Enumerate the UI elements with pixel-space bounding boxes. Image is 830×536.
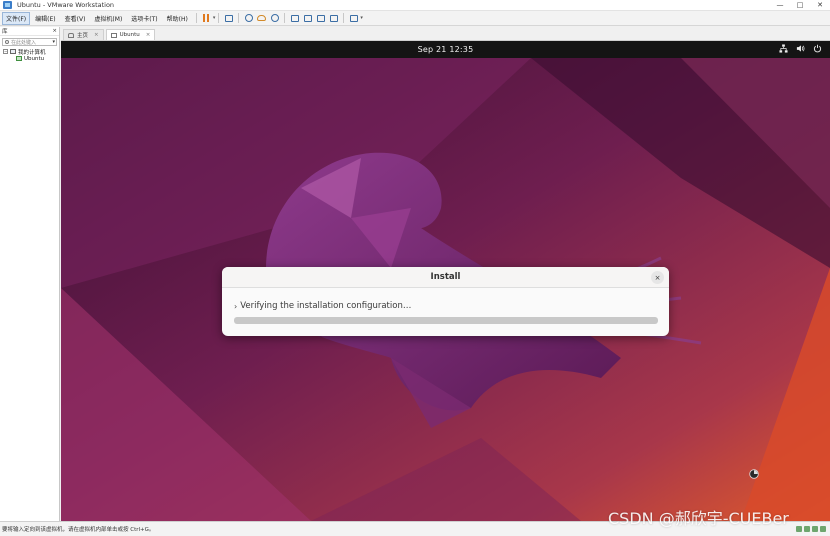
- install-dialog: Install × › Verifying the installation c…: [222, 267, 669, 336]
- computer-icon: [10, 49, 16, 54]
- network-adapter-icon[interactable]: [812, 526, 818, 532]
- library-header: 库 ×: [0, 27, 59, 36]
- tree-item-ubuntu[interactable]: Ubuntu: [0, 55, 59, 62]
- keyboard-icon: [224, 14, 233, 22]
- progress-fill: [234, 317, 658, 324]
- vm-running-icon: [16, 56, 22, 61]
- tab-bar: 主页 × Ubuntu ×: [61, 27, 830, 41]
- menu-view[interactable]: 查看(V): [61, 12, 90, 25]
- toolbar-separator: [238, 13, 240, 23]
- send-ctrl-alt-del-button[interactable]: [224, 13, 234, 23]
- snapshot-manager-icon: [270, 14, 279, 22]
- system-tray[interactable]: [779, 44, 822, 53]
- chevron-right-icon: ›: [234, 302, 238, 311]
- vm-console[interactable]: Sep 21 12:35 Install × › Verifying the i…: [61, 41, 830, 521]
- menu-edit[interactable]: 编辑(E): [31, 12, 59, 25]
- toolbar-separator: [195, 13, 197, 23]
- minimize-button[interactable]: —: [770, 0, 790, 11]
- window-titlebar: Ubuntu - VMware Workstation — □ ✕: [0, 0, 830, 11]
- search-dropdown-icon[interactable]: ▾: [52, 39, 55, 45]
- power-icon: [813, 44, 822, 53]
- dialog-close-button[interactable]: ×: [651, 271, 664, 284]
- library-title: 库: [2, 29, 8, 35]
- menu-tabs[interactable]: 选项卡(T): [127, 12, 161, 25]
- snapshot-manager-button[interactable]: [270, 13, 280, 23]
- usb-icon[interactable]: [820, 526, 826, 532]
- busy-cursor-icon: [749, 469, 759, 479]
- toolbar-separator: [284, 13, 286, 23]
- status-message: 要将输入定向到该虚拟机，请在虚拟机内部单击或按 Ctrl+G。: [2, 527, 155, 533]
- stretch-view-button[interactable]: [349, 13, 359, 23]
- tree-label-my-computer: 我的计算机: [18, 49, 46, 56]
- vmware-app-icon: [3, 1, 12, 9]
- library-view-icon: [290, 14, 299, 22]
- pause-icon: [202, 14, 210, 22]
- tab-home-close-icon[interactable]: ×: [94, 32, 99, 38]
- maximize-button[interactable]: □: [790, 0, 810, 11]
- device-status-icons[interactable]: [796, 526, 830, 532]
- show-library-button[interactable]: [290, 13, 300, 23]
- toolbar-separator: [218, 13, 220, 23]
- stretch-dropdown-icon[interactable]: ▾: [360, 15, 363, 21]
- library-panel: 库 × 在此处键入 ▾ − 我的计算机 Ubuntu: [0, 27, 60, 521]
- network-icon: [779, 44, 788, 53]
- full-screen-button[interactable]: [316, 13, 326, 23]
- ubuntu-top-bar: Sep 21 12:35: [61, 41, 830, 58]
- tab-ubuntu-close-icon[interactable]: ×: [146, 32, 151, 38]
- search-placeholder: 在此处键入: [11, 39, 37, 46]
- library-search-input[interactable]: 在此处键入 ▾: [2, 38, 57, 46]
- thumbnail-icon: [303, 14, 312, 22]
- tab-ubuntu-label: Ubuntu: [119, 32, 140, 38]
- toolbar-separator: [343, 13, 345, 23]
- volume-icon: [796, 45, 805, 52]
- tab-home-label: 主页: [77, 33, 89, 39]
- menu-toolbar: 文件(F) 编辑(E) 查看(V) 虚拟机(M) 选项卡(T) 帮助(H) ▾ …: [0, 11, 830, 26]
- search-icon: [5, 40, 9, 44]
- collapse-icon[interactable]: −: [3, 49, 8, 54]
- library-close-button[interactable]: ×: [52, 28, 57, 34]
- full-screen-icon: [316, 14, 325, 22]
- vm-tab-icon: [110, 32, 117, 38]
- pause-dropdown-icon[interactable]: ▾: [213, 15, 216, 21]
- tree-item-my-computer[interactable]: − 我的计算机: [0, 48, 59, 56]
- close-window-button[interactable]: ✕: [810, 0, 830, 11]
- home-icon: [68, 32, 74, 38]
- dialog-title: Install: [430, 272, 461, 282]
- csdn-watermark: CSDN @郝欣宇-CUEBer: [608, 509, 789, 528]
- pause-button[interactable]: [201, 13, 211, 23]
- revert-icon: [257, 15, 267, 21]
- unity-icon: [329, 14, 338, 22]
- menu-file[interactable]: 文件(F): [2, 11, 31, 25]
- cdrom-icon[interactable]: [804, 526, 810, 532]
- menu-vm[interactable]: 虚拟机(M): [90, 12, 126, 25]
- tab-home[interactable]: 主页 ×: [63, 29, 104, 40]
- window-title: Ubuntu - VMware Workstation: [17, 1, 115, 9]
- snapshot-button[interactable]: [244, 13, 254, 23]
- hdd-icon[interactable]: [796, 526, 802, 532]
- revert-snapshot-button[interactable]: [257, 13, 267, 23]
- thumbnail-view-button[interactable]: [303, 13, 313, 23]
- clock[interactable]: Sep 21 12:35: [418, 45, 474, 54]
- dialog-header: Install ×: [222, 267, 669, 288]
- install-progress-bar: [234, 317, 658, 324]
- window-controls: — □ ✕: [770, 0, 830, 11]
- tab-ubuntu[interactable]: Ubuntu ×: [105, 29, 156, 40]
- tree-label-ubuntu: Ubuntu: [24, 55, 45, 62]
- menu-help[interactable]: 帮助(H): [163, 12, 192, 25]
- install-status-text: Verifying the installation configuration…: [240, 300, 412, 311]
- stretch-icon: [349, 14, 358, 22]
- snapshot-icon: [244, 14, 253, 22]
- unity-button[interactable]: [329, 13, 339, 23]
- details-expander[interactable]: › Verifying the installation configurati…: [234, 300, 657, 312]
- dialog-body: › Verifying the installation configurati…: [222, 288, 669, 324]
